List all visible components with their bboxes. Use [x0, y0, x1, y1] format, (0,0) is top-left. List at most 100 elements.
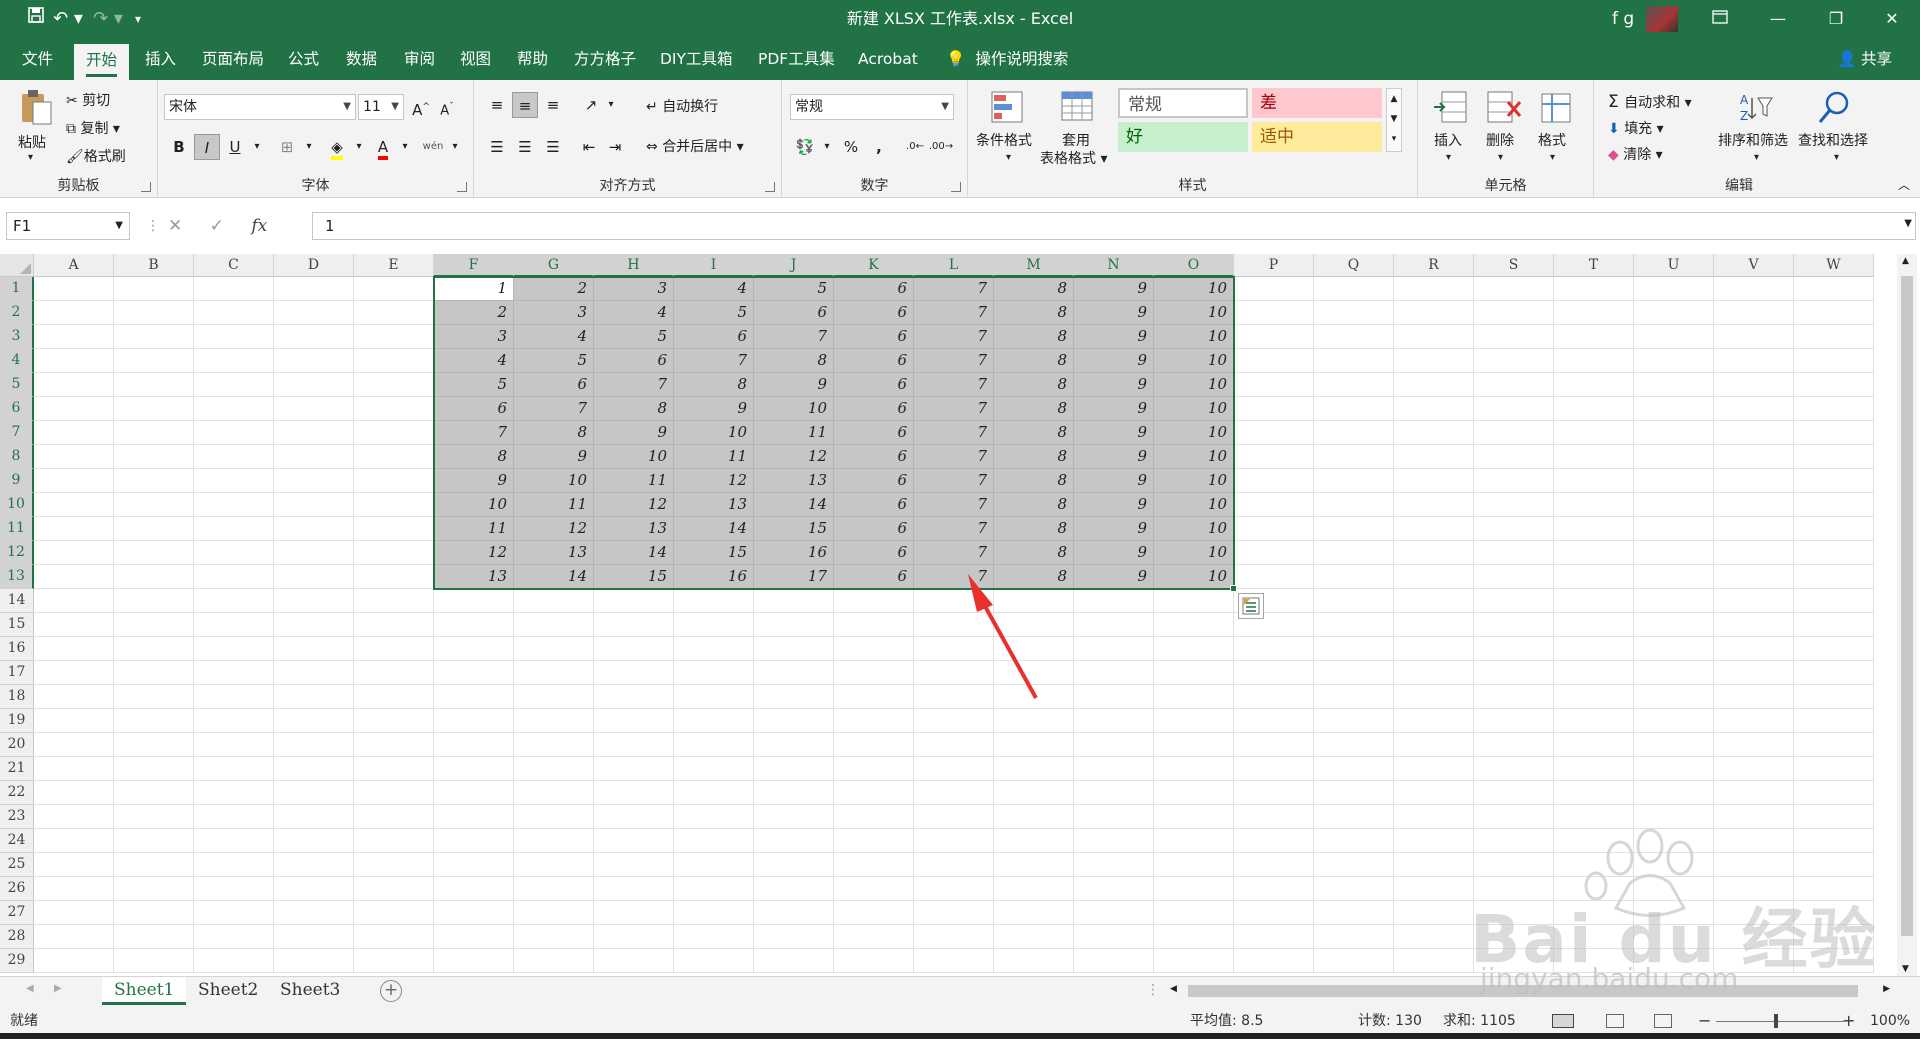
cell-Q16[interactable]: [1314, 637, 1394, 661]
cell-U8[interactable]: [1634, 445, 1714, 469]
cell-A24[interactable]: [34, 829, 114, 853]
user-name[interactable]: f g: [1612, 0, 1634, 38]
cell-A14[interactable]: [34, 589, 114, 613]
cell-L29[interactable]: [914, 949, 994, 973]
delete-cells-button[interactable]: 删除: [1486, 130, 1514, 150]
cell-Q21[interactable]: [1314, 757, 1394, 781]
cell-A2[interactable]: [34, 301, 114, 325]
row-header-2[interactable]: 2: [0, 301, 34, 325]
cell-A10[interactable]: [34, 493, 114, 517]
cell-G13[interactable]: 14: [514, 565, 594, 589]
cell-A22[interactable]: [34, 781, 114, 805]
cell-I12[interactable]: 15: [674, 541, 754, 565]
column-header-P[interactable]: P: [1234, 254, 1314, 277]
cell-K8[interactable]: 6: [834, 445, 914, 469]
cell-O25[interactable]: [1154, 853, 1234, 877]
cell-Q5[interactable]: [1314, 373, 1394, 397]
cell-P6[interactable]: [1234, 397, 1314, 421]
cell-S20[interactable]: [1474, 733, 1554, 757]
cell-N26[interactable]: [1074, 877, 1154, 901]
column-header-H[interactable]: H: [594, 254, 674, 277]
cell-C4[interactable]: [194, 349, 274, 373]
cell-L14[interactable]: [914, 589, 994, 613]
find-select-button[interactable]: 查找和选择: [1798, 130, 1868, 150]
cell-A9[interactable]: [34, 469, 114, 493]
cell-U16[interactable]: [1634, 637, 1714, 661]
name-box[interactable]: F1 ▼: [6, 212, 130, 240]
cell-W10[interactable]: [1794, 493, 1874, 517]
formula-input[interactable]: 1: [312, 212, 1916, 240]
insert-cells-button[interactable]: 插入: [1434, 130, 1462, 150]
cell-L12[interactable]: 7: [914, 541, 994, 565]
cell-R13[interactable]: [1394, 565, 1474, 589]
cell-F12[interactable]: 12: [434, 541, 514, 565]
cell-N25[interactable]: [1074, 853, 1154, 877]
cell-W21[interactable]: [1794, 757, 1874, 781]
cell-F13[interactable]: 13: [434, 565, 514, 589]
cell-C29[interactable]: [194, 949, 274, 973]
sheet-tab-1[interactable]: Sheet1: [102, 977, 187, 1005]
cell-G15[interactable]: [514, 613, 594, 637]
cell-G16[interactable]: [514, 637, 594, 661]
cell-P13[interactable]: [1234, 565, 1314, 589]
cell-E12[interactable]: [354, 541, 434, 565]
tab-help[interactable]: 帮助: [505, 38, 560, 80]
cell-S16[interactable]: [1474, 637, 1554, 661]
cell-M28[interactable]: [994, 925, 1074, 949]
column-header-J[interactable]: J: [754, 254, 834, 277]
cell-W6[interactable]: [1794, 397, 1874, 421]
sheet-tab-3[interactable]: Sheet3: [268, 977, 352, 1005]
cell-S8[interactable]: [1474, 445, 1554, 469]
cell-L8[interactable]: 7: [914, 445, 994, 469]
row-header-27[interactable]: 27: [0, 901, 34, 925]
cell-V23[interactable]: [1714, 805, 1794, 829]
cell-V8[interactable]: [1714, 445, 1794, 469]
cell-L24[interactable]: [914, 829, 994, 853]
cell-P2[interactable]: [1234, 301, 1314, 325]
cell-M25[interactable]: [994, 853, 1074, 877]
cell-J22[interactable]: [754, 781, 834, 805]
zoom-slider[interactable]: [1716, 1021, 1844, 1022]
cell-N27[interactable]: [1074, 901, 1154, 925]
cell-I21[interactable]: [674, 757, 754, 781]
column-header-U[interactable]: U: [1634, 254, 1714, 277]
cell-O21[interactable]: [1154, 757, 1234, 781]
cell-P29[interactable]: [1234, 949, 1314, 973]
cell-E5[interactable]: [354, 373, 434, 397]
scroll-left-icon[interactable]: ◀: [1170, 984, 1177, 994]
cell-V14[interactable]: [1714, 589, 1794, 613]
cell-M11[interactable]: 8: [994, 517, 1074, 541]
cell-U5[interactable]: [1634, 373, 1714, 397]
cell-N20[interactable]: [1074, 733, 1154, 757]
cell-W9[interactable]: [1794, 469, 1874, 493]
cell-I28[interactable]: [674, 925, 754, 949]
cell-N3[interactable]: 9: [1074, 325, 1154, 349]
cell-E16[interactable]: [354, 637, 434, 661]
cell-H28[interactable]: [594, 925, 674, 949]
cell-V15[interactable]: [1714, 613, 1794, 637]
row-header-7[interactable]: 7: [0, 421, 34, 445]
cell-E25[interactable]: [354, 853, 434, 877]
cell-A19[interactable]: [34, 709, 114, 733]
cell-M21[interactable]: [994, 757, 1074, 781]
cell-L18[interactable]: [914, 685, 994, 709]
cell-J12[interactable]: 16: [754, 541, 834, 565]
cell-P10[interactable]: [1234, 493, 1314, 517]
align-center-icon[interactable]: ☰: [512, 134, 538, 160]
cancel-icon[interactable]: ✕: [168, 216, 182, 236]
cell-B21[interactable]: [114, 757, 194, 781]
cell-K19[interactable]: [834, 709, 914, 733]
cell-Q14[interactable]: [1314, 589, 1394, 613]
cell-P19[interactable]: [1234, 709, 1314, 733]
cell-H29[interactable]: [594, 949, 674, 973]
cell-D12[interactable]: [274, 541, 354, 565]
cell-B14[interactable]: [114, 589, 194, 613]
cell-M8[interactable]: 8: [994, 445, 1074, 469]
cell-Q3[interactable]: [1314, 325, 1394, 349]
cell-F24[interactable]: [434, 829, 514, 853]
column-header-T[interactable]: T: [1554, 254, 1634, 277]
cell-N19[interactable]: [1074, 709, 1154, 733]
cell-W1[interactable]: [1794, 277, 1874, 301]
cell-B29[interactable]: [114, 949, 194, 973]
chevron-down-icon[interactable]: ▾: [814, 134, 840, 160]
